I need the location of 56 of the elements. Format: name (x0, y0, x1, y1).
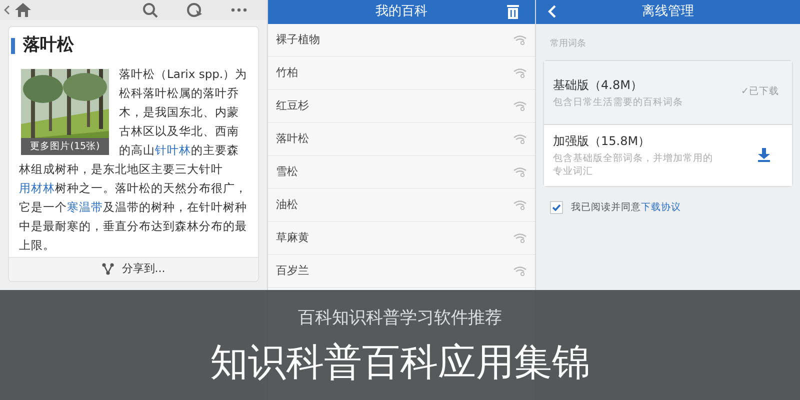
banner-title: 知识科普百科应用集锦 (210, 338, 590, 386)
text-link[interactable]: 寒温带 (67, 200, 103, 214)
text-link[interactable]: 用材林 (19, 180, 55, 194)
item-label: 百岁兰 (276, 262, 309, 279)
offline-icon (513, 68, 527, 78)
list-item[interactable]: 草麻黄 (268, 222, 535, 255)
item-label: 草麻黄 (276, 230, 309, 246)
trash-icon[interactable] (507, 4, 519, 19)
package-description: 包含基础版全部词条，并增加常用的专业词汇 (553, 152, 713, 178)
article-paragraph: 更多图片(15张) 落叶松（Larix spp.）为松科落叶松属的落叶乔木，是我国东北、内蒙古林区以及华北、西南的高山针叶林的主要森林组成树种，是东北地区主要三大针叶 用材林树种之一。落叶松的天然分布很广，它是一个寒温带及温带的树种，在针叶树种中是最耐寒的，垂直分布达到森林分布的最上限。 (19, 66, 248, 254)
item-label: 竹柏 (276, 64, 298, 81)
item-label: 落叶松 (276, 130, 309, 147)
list-item[interactable]: 百岁兰 (268, 255, 535, 288)
package-name: 加强版（15.8M） (553, 133, 652, 150)
list-item[interactable]: 红豆杉 (268, 90, 535, 123)
back-icon[interactable] (4, 5, 10, 15)
offline-icon (513, 233, 527, 243)
offline-icon (513, 35, 527, 45)
package-row[interactable]: 加强版（15.8M） 包含基础版全部词条，并增加常用的专业词汇 (544, 124, 792, 186)
download-status: ✓已下载 (741, 84, 779, 99)
package-description: 包含日常生活需要的百科词条 (553, 96, 684, 108)
share-button[interactable]: 分享到... (9, 256, 258, 280)
refresh-icon[interactable] (186, 2, 203, 18)
heading-bar (11, 38, 15, 54)
list-item[interactable]: 竹柏 (268, 57, 535, 90)
offline-icon (513, 134, 527, 144)
list-item[interactable]: 雪松 (268, 156, 535, 189)
agree-checkbox[interactable] (550, 201, 563, 214)
offline-icon (513, 200, 527, 210)
offline-icon (513, 266, 527, 276)
share-icon (102, 263, 114, 275)
screen-title: 离线管理 (642, 3, 694, 22)
image-caption[interactable]: 更多图片(15张) (21, 138, 109, 154)
item-label: 红豆杉 (276, 98, 309, 114)
list-item[interactable]: 裸子植物 (268, 24, 535, 57)
item-label: 雪松 (276, 164, 298, 180)
list-item[interactable]: 落叶松 (268, 123, 535, 156)
item-label: 油松 (276, 196, 298, 213)
check-icon (552, 204, 561, 212)
list-item[interactable]: 油松 (268, 189, 535, 222)
search-icon[interactable] (142, 2, 158, 18)
item-label: 裸子植物 (276, 32, 320, 48)
home-icon[interactable] (14, 2, 32, 18)
more-icon[interactable] (231, 8, 247, 12)
offline-icon (513, 101, 527, 111)
section-label: 常用词条 (549, 38, 587, 51)
package-name: 基础版（4.8M） (553, 76, 644, 94)
agreement-link[interactable]: 下载协议 (641, 202, 681, 212)
article-title: 落叶松 (23, 34, 74, 57)
package-row[interactable]: 基础版（4.8M） 包含日常生活需要的百科词条 ✓已下载 (544, 60, 792, 124)
offline-icon (513, 167, 527, 177)
agreement-text: 我已阅读并同意下载协议 (571, 200, 681, 214)
screen-title: 我的百科 (376, 3, 428, 22)
download-icon[interactable] (757, 148, 771, 162)
text-link[interactable]: 针叶林 (155, 142, 191, 156)
banner-subtitle: 百科知识科普学习软件推荐 (298, 307, 502, 330)
